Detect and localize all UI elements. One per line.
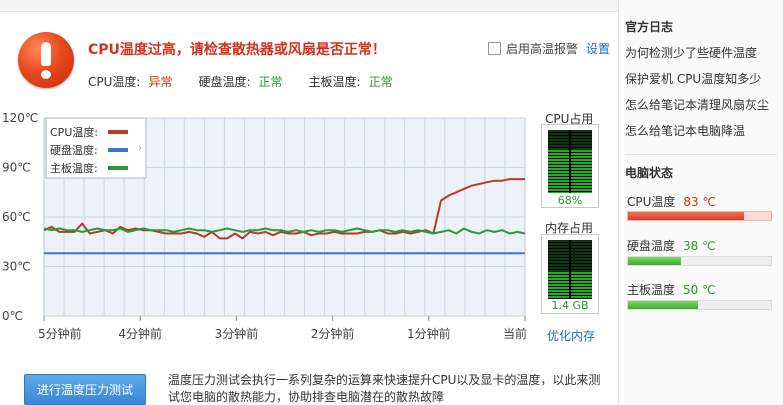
x-tick-label: 3分钟前 bbox=[215, 326, 259, 341]
y-tick-label: 30℃ bbox=[2, 260, 31, 274]
alert-title: CPU温度过高，请检查散热器或风扇是否正常！ bbox=[88, 42, 386, 58]
memory-usage-gauge: 1.4 GB bbox=[541, 234, 599, 314]
pc-status-disk: 硬盘温度 38 ℃ bbox=[627, 237, 716, 254]
legend-label: CPU温度: bbox=[50, 125, 98, 139]
legend-label: 主板温度: bbox=[50, 161, 98, 175]
right-sidebar: 官方日志 为何检测少了些硬件温度 保护爱机 CPU温度知多少 怎么给笔记本清理风… bbox=[618, 0, 783, 405]
alarm-toggle-label: 启用高温报警 bbox=[506, 42, 579, 56]
cpu-status-value: 异常 bbox=[148, 75, 173, 89]
pc-status-label: 硬盘温度 bbox=[627, 239, 676, 253]
main-area: CPU温度过高，请检查散热器或风扇是否正常！ CPU温度: 异常 硬盘温度: 正常 主板… bbox=[0, 0, 618, 405]
disk-status-value: 正常 bbox=[258, 75, 283, 89]
pc-status-cpu: CPU温度 83 ℃ bbox=[627, 193, 716, 210]
memory-gauge-fill bbox=[548, 272, 592, 299]
disk-status-label: 硬盘温度: bbox=[198, 75, 251, 89]
y-axis-ticks: 120℃ 90℃ 60℃ 30℃ 0℃ bbox=[2, 111, 38, 323]
pc-status-label: 主板温度 bbox=[627, 283, 676, 297]
disk-temp-bar-fill bbox=[628, 257, 681, 265]
board-status-label: 主板温度: bbox=[308, 75, 361, 89]
x-tick-label: 当前 bbox=[503, 326, 527, 341]
cpu-usage-gauge: 68% bbox=[541, 124, 599, 208]
y-tick-label: 120℃ bbox=[2, 111, 38, 125]
cpu-temp-bar bbox=[627, 211, 772, 221]
alarm-checkbox[interactable] bbox=[488, 42, 501, 55]
pc-status-value: 83 ℃ bbox=[683, 195, 716, 209]
optimize-memory-link[interactable]: 优化内存 bbox=[547, 327, 595, 344]
stress-test-button[interactable]: 进行温度压力测试 bbox=[24, 374, 146, 405]
warning-icon bbox=[18, 32, 74, 88]
x-tick-label: 1分钟前 bbox=[407, 326, 451, 341]
pc-status-board: 主板温度 50 ℃ bbox=[627, 281, 716, 298]
x-tick-label: 4分钟前 bbox=[118, 326, 162, 341]
cpu-status-label: CPU温度: bbox=[88, 75, 141, 89]
pc-status-label: CPU温度 bbox=[627, 195, 676, 209]
x-tick-label: 5分钟前 bbox=[38, 326, 82, 341]
legend-swatch bbox=[108, 166, 128, 170]
blog-heading: 官方日志 bbox=[625, 20, 674, 34]
memory-gauge-empty bbox=[548, 240, 592, 272]
blog-link[interactable]: 为何检测少了些硬件温度 bbox=[625, 44, 757, 61]
y-tick-label: 0℃ bbox=[2, 309, 23, 323]
temperature-chart: 120℃ 90℃ 60℃ 30℃ 0℃ 5分钟前 4分钟前 3分钟前 2分钟前 1分钟前 当前 ›… bbox=[2, 111, 527, 341]
settings-link[interactable]: 设置 bbox=[586, 40, 610, 57]
memory-usage-value: 1.4 GB bbox=[551, 299, 589, 312]
cpu-gauge-fill bbox=[548, 150, 592, 193]
x-tick-label: 2分钟前 bbox=[311, 326, 355, 341]
high-temp-alarm-toggle[interactable]: 启用高温报警 bbox=[488, 40, 578, 57]
blog-link[interactable]: 保护爱机 CPU温度知多少 bbox=[625, 70, 761, 87]
cpu-temp-bar-fill bbox=[628, 212, 744, 220]
board-temp-bar bbox=[627, 300, 772, 310]
pc-status-value: 50 ℃ bbox=[683, 283, 716, 297]
blog-link[interactable]: 怎么给笔记本清理风扇灰尘 bbox=[625, 96, 769, 113]
y-tick-label: 60℃ bbox=[2, 210, 31, 224]
stress-test-description: 温度压力测试会执行一系列复杂的运算来快速提升CPU以及显卡的温度，以此来测试您电… bbox=[168, 373, 601, 404]
status-summary: CPU温度: 异常 硬盘温度: 正常 主板温度: 正常 bbox=[88, 73, 419, 90]
blog-link[interactable]: 怎么给笔记本电脑降温 bbox=[625, 122, 745, 139]
board-status-value: 正常 bbox=[368, 75, 393, 89]
disk-temp-bar bbox=[627, 256, 772, 266]
cpu-usage-value: 68% bbox=[557, 194, 583, 207]
y-tick-label: 90℃ bbox=[2, 161, 31, 175]
pc-status-value: 38 ℃ bbox=[683, 239, 716, 253]
cpu-gauge-empty bbox=[548, 130, 592, 150]
x-axis-ticks: 5分钟前 4分钟前 3分钟前 2分钟前 1分钟前 当前 bbox=[38, 316, 527, 341]
top-strip bbox=[0, 0, 618, 12]
sidebar-divider bbox=[625, 154, 777, 155]
board-temp-bar-fill bbox=[628, 301, 699, 309]
legend-collapse-icon[interactable]: › bbox=[138, 143, 142, 154]
pc-status-heading: 电脑状态 bbox=[625, 166, 674, 180]
legend-label: 硬盘温度: bbox=[50, 143, 98, 157]
legend-swatch bbox=[108, 148, 128, 152]
chart-legend: › CPU温度: 硬盘温度: 主板温度: bbox=[45, 117, 147, 179]
legend-swatch bbox=[108, 130, 128, 134]
